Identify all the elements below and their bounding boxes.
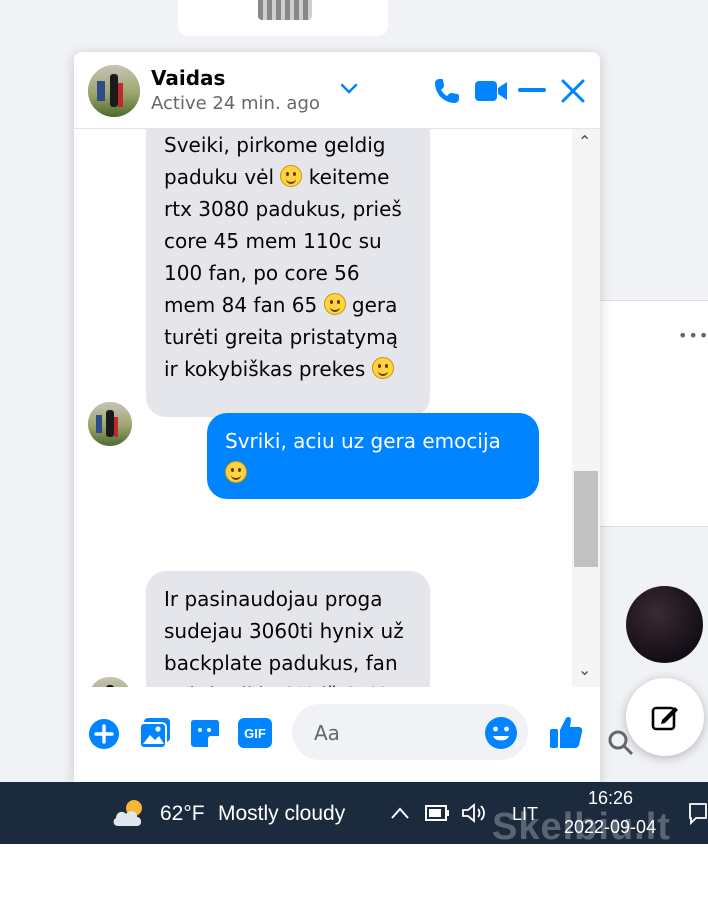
- message-input[interactable]: [312, 718, 476, 748]
- minimize-icon[interactable]: [518, 88, 546, 94]
- message-bubble-incoming: Sveiki, pirkome geldig paduku vėl keitem…: [146, 129, 430, 417]
- close-icon[interactable]: [560, 78, 586, 104]
- contact-avatar[interactable]: [88, 65, 140, 117]
- message-line: mem 84 fan 65: [164, 293, 324, 317]
- message-line: Ir pasinaudojau proga: [164, 587, 383, 611]
- slightly-smiling-emoji-icon: [371, 357, 394, 379]
- weather-description[interactable]: Mostly cloudy: [218, 802, 345, 826]
- partly-cloudy-weather-icon[interactable]: [110, 796, 150, 830]
- message-line: paduku vėl: [164, 165, 281, 189]
- slightly-smiling-emoji-icon: [225, 461, 247, 483]
- chat-window: Vaidas Active 24 min. ago Sveiki, pirkom…: [74, 52, 600, 782]
- emoji-icon[interactable]: [484, 716, 518, 750]
- message-list: Sveiki, pirkome geldig paduku vėl keitem…: [74, 129, 600, 687]
- compose-icon: [651, 706, 678, 731]
- message-line: backplate padukus, fan: [164, 651, 398, 675]
- message-line: keiteme: [302, 165, 390, 189]
- background-post-image: [258, 0, 312, 20]
- message-line: nukrito iki 50% iš 67%: [164, 679, 412, 687]
- contact-status: Active 24 min. ago: [151, 93, 320, 114]
- sender-avatar[interactable]: [88, 402, 132, 446]
- weather-temperature[interactable]: 62°F: [160, 802, 205, 826]
- scroll-down-arrow-icon[interactable]: ⌄: [578, 660, 591, 679]
- sender-avatar[interactable]: [88, 677, 132, 687]
- watermark-logo: Skelbiu.lt: [492, 806, 671, 848]
- message-bubble-incoming: Ir pasinaudojau proga sudejau 3060ti hyn…: [146, 571, 430, 687]
- plus-circle-icon[interactable]: [88, 718, 120, 750]
- message-line: ir kokybiškas prekes: [164, 357, 372, 381]
- thumbs-up-icon[interactable]: [548, 714, 584, 750]
- background-chat-head[interactable]: [626, 586, 703, 663]
- message-line: sudejau 3060ti hynix už: [164, 619, 404, 643]
- chevron-up-icon[interactable]: [390, 806, 410, 820]
- speaker-icon[interactable]: [460, 802, 490, 824]
- message-line: Sveiki, pirkome geldig: [164, 133, 386, 157]
- battery-icon[interactable]: [424, 802, 452, 824]
- scrollbar-thumb[interactable]: [574, 471, 598, 567]
- message-bubble-outgoing: Svriki, aciu uz gera emocija: [207, 413, 539, 499]
- message-line: gera: [345, 293, 398, 317]
- new-message-button[interactable]: [626, 678, 704, 756]
- message-line: core 45 mem 110c su: [164, 229, 382, 253]
- message-line: turėti greita pristatymą: [164, 325, 399, 349]
- contact-name[interactable]: Vaidas: [151, 66, 225, 90]
- message-line: 100 fan, po core 56: [164, 261, 360, 285]
- scroll-up-arrow-icon[interactable]: ⌃: [578, 132, 591, 151]
- photo-icon[interactable]: [138, 716, 172, 750]
- notification-icon[interactable]: [688, 802, 708, 826]
- message-composer: GIF: [74, 692, 600, 782]
- more-options-icon[interactable]: •••: [678, 326, 708, 345]
- gif-button[interactable]: GIF: [238, 718, 272, 748]
- slightly-smiling-emoji-icon: [323, 293, 346, 315]
- scrollbar-track[interactable]: [572, 129, 600, 687]
- slightly-smiling-emoji-icon: [280, 165, 303, 187]
- message-line: Svriki, aciu uz gera emocija: [225, 429, 501, 453]
- sticker-icon[interactable]: [188, 716, 222, 750]
- search-icon[interactable]: [606, 728, 636, 758]
- message-line: rtx 3080 padukus, prieš: [164, 197, 402, 221]
- chat-header: Vaidas Active 24 min. ago: [74, 52, 600, 129]
- video-camera-icon[interactable]: [474, 78, 508, 104]
- gif-label: GIF: [244, 725, 266, 741]
- chevron-down-icon[interactable]: [340, 82, 358, 96]
- phone-icon[interactable]: [432, 76, 462, 106]
